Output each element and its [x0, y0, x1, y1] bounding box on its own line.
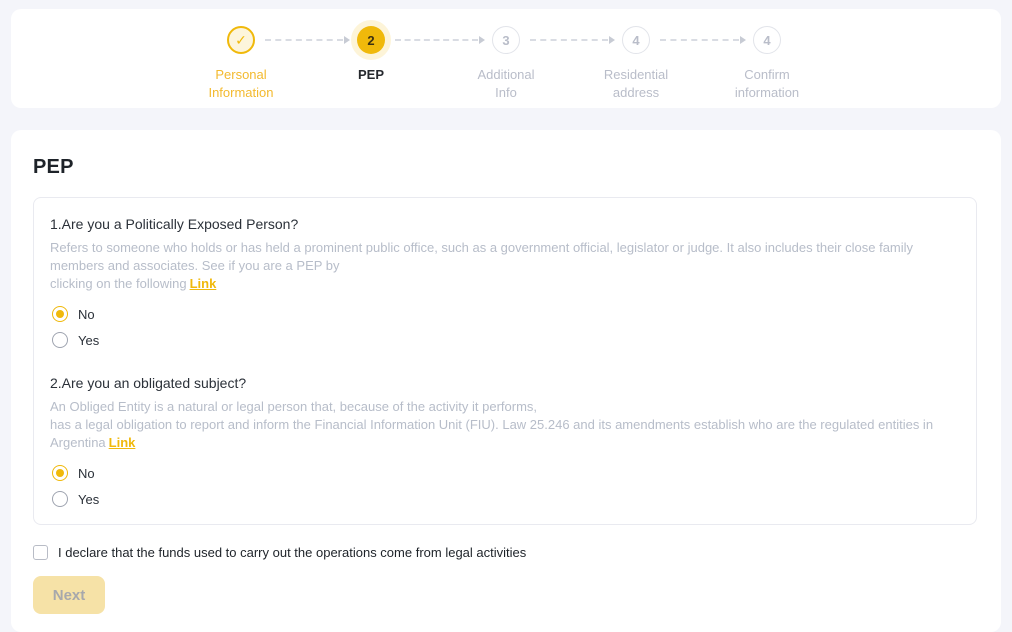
radio-option-yes[interactable]: Yes [50, 327, 101, 353]
questions-card: 1.Are you a Politically Exposed Person? … [33, 197, 977, 525]
radio-option-no[interactable]: No [50, 460, 97, 486]
question-description: Refers to someone who holds or has held … [50, 239, 960, 293]
declaration-row[interactable]: I declare that the funds used to carry o… [33, 545, 526, 560]
check-icon: ✓ [235, 32, 247, 49]
radio-label: Yes [78, 333, 99, 348]
next-button[interactable]: Next [33, 576, 105, 614]
question-obligated-subject: 2.Are you an obligated subject? An Oblig… [50, 375, 960, 512]
pep-info-link[interactable]: Link [190, 276, 217, 291]
step-label: Residential address [576, 66, 696, 102]
step-circle: 3 [492, 26, 520, 54]
step-label: Personal Information [181, 66, 301, 102]
radio-group-obligated: No Yes [50, 460, 960, 512]
radio-icon[interactable] [52, 306, 68, 322]
step-circle: 4 [622, 26, 650, 54]
radio-label: Yes [78, 492, 99, 507]
radio-option-yes[interactable]: Yes [50, 486, 101, 512]
step-pep[interactable]: 2 PEP [311, 26, 431, 84]
step-label: Confirm information [707, 66, 827, 102]
step-label: Additional Info [446, 66, 566, 102]
radio-label: No [78, 466, 95, 481]
step-circle: ✓ [227, 26, 255, 54]
step-confirm-information: 4 Confirm information [707, 26, 827, 102]
declaration-checkbox[interactable] [33, 545, 48, 560]
question-title: 2.Are you an obligated subject? [50, 375, 960, 391]
radio-icon[interactable] [52, 465, 68, 481]
radio-option-no[interactable]: No [50, 301, 97, 327]
radio-group-pep: No Yes [50, 301, 960, 353]
radio-icon[interactable] [52, 491, 68, 507]
step-personal-information[interactable]: ✓ Personal Information [181, 26, 301, 102]
question-title: 1.Are you a Politically Exposed Person? [50, 216, 960, 232]
declaration-label: I declare that the funds used to carry o… [58, 545, 526, 560]
step-residential-address: 4 Residential address [576, 26, 696, 102]
step-additional-info: 3 Additional Info [446, 26, 566, 102]
page-title: PEP [33, 156, 977, 179]
stepper-panel: ✓ Personal Information 2 PEP 3 Additiona… [11, 9, 1001, 108]
radio-label: No [78, 307, 95, 322]
fiu-info-link[interactable]: Link [109, 435, 136, 450]
question-description: An Obliged Entity is a natural or legal … [50, 398, 960, 452]
pep-form-panel: PEP 1.Are you a Politically Exposed Pers… [11, 130, 1001, 632]
step-circle: 4 [753, 26, 781, 54]
radio-icon[interactable] [52, 332, 68, 348]
step-label: PEP [311, 66, 431, 84]
question-pep: 1.Are you a Politically Exposed Person? … [50, 216, 960, 353]
step-circle: 2 [357, 26, 385, 54]
